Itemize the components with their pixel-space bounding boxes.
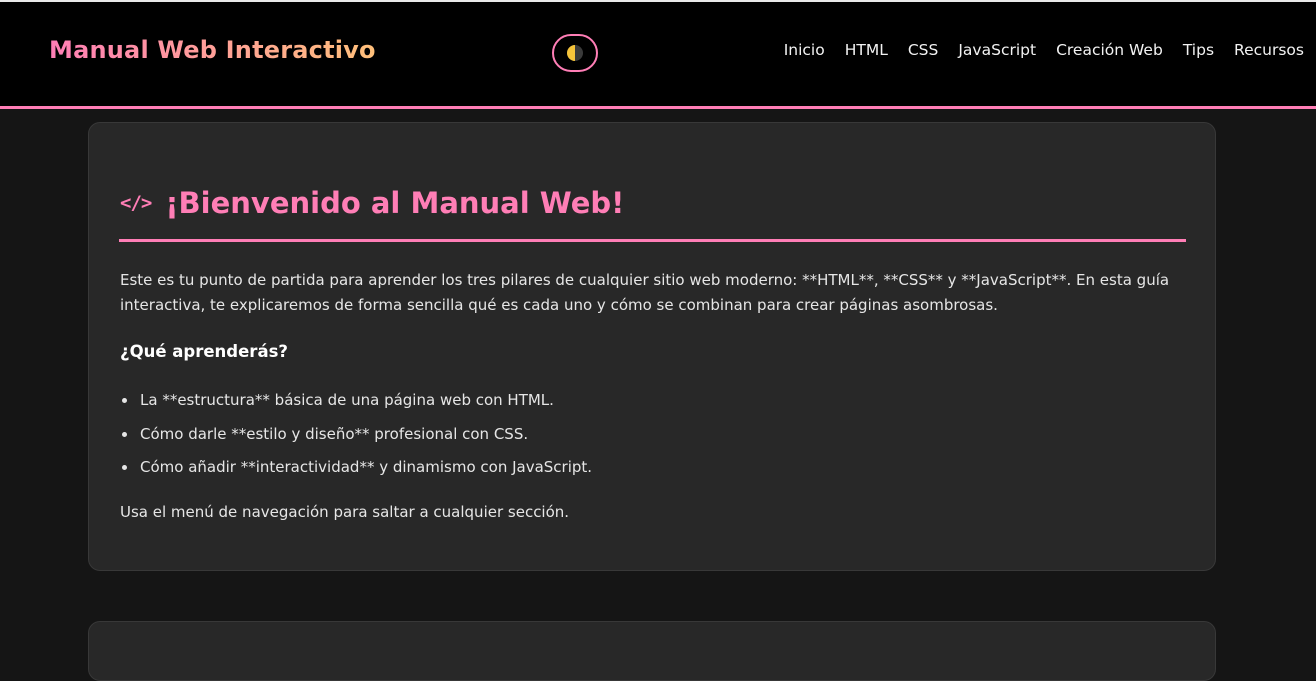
main-nav: Inicio HTML CSS JavaScript Creación Web …	[784, 41, 1304, 59]
site-logo-title[interactable]: Manual Web Interactivo	[49, 36, 376, 64]
nav-link-inicio[interactable]: Inicio	[784, 41, 825, 59]
intro-paragraph: Este es tu punto de partida para aprende…	[120, 271, 1170, 314]
welcome-heading: </> ¡Bienvenido al Manual Web!	[120, 186, 624, 220]
learn-list: La **estructura** básica de una página w…	[120, 388, 592, 489]
list-item: Cómo añadir **interactividad** y dinamis…	[120, 455, 592, 479]
nav-link-tips[interactable]: Tips	[1183, 41, 1214, 59]
site-header: Manual Web Interactivo Inicio HTML CSS J…	[0, 2, 1316, 109]
nav-link-html[interactable]: HTML	[845, 41, 888, 59]
nav-link-recursos[interactable]: Recursos	[1234, 41, 1304, 59]
nav-link-javascript[interactable]: JavaScript	[958, 41, 1036, 59]
outro-paragraph: Usa el menú de navegación para saltar a …	[120, 503, 570, 521]
next-section-card	[88, 621, 1216, 681]
list-item: Cómo darle **estilo y diseño** profesion…	[120, 422, 592, 446]
nav-link-creacion-web[interactable]: Creación Web	[1056, 41, 1163, 59]
list-item: La **estructura** básica de una página w…	[120, 388, 592, 412]
nav-link-css[interactable]: CSS	[908, 41, 939, 59]
heading-divider	[119, 239, 1186, 242]
half-moon-icon	[567, 45, 583, 61]
theme-toggle-button[interactable]	[552, 34, 598, 72]
welcome-title: ¡Bienvenido al Manual Web!	[165, 186, 625, 220]
welcome-card: </> ¡Bienvenido al Manual Web! Este es t…	[88, 122, 1216, 571]
code-icon: </>	[120, 192, 152, 214]
learn-subheading: ¿Qué aprenderás?	[120, 342, 288, 361]
